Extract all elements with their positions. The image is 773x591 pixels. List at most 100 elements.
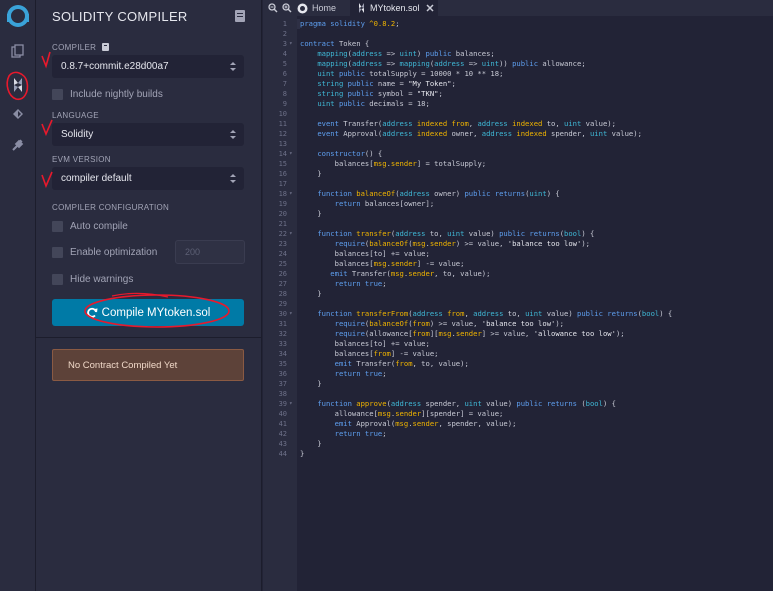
line-number: 22 [278, 230, 287, 238]
line-number: 4 [282, 50, 287, 58]
code-line: function approve(address spender, uint v… [317, 399, 616, 408]
code-line: event Approval(address indexed owner, ad… [317, 129, 642, 138]
code-line: function transferFrom(address from, addr… [317, 309, 673, 318]
checkbox-box[interactable] [52, 273, 63, 285]
fold-toggle-icon[interactable]: ▾ [289, 149, 293, 159]
code-line: require(allowance[from][msg.sender] >= v… [334, 329, 625, 338]
fold-toggle-icon[interactable]: ▾ [289, 229, 293, 239]
fold-toggle-icon[interactable]: ▾ [289, 39, 293, 49]
line-number: 42 [278, 430, 287, 438]
line-number: 36 [278, 370, 287, 378]
divider [36, 337, 262, 338]
code-line: return true; [334, 279, 387, 288]
compiler-version-select[interactable]: 0.8.7+commit.e28d00a7 [52, 55, 244, 78]
evm-version-select[interactable]: compiler default [52, 167, 244, 190]
checkbox-box[interactable] [52, 88, 63, 100]
code-line: } [300, 169, 322, 178]
solidity-file-icon [359, 3, 364, 13]
line-number: 27 [278, 280, 287, 288]
line-number: 12 [278, 130, 287, 138]
code-line: balances[from] -= value; [300, 349, 439, 358]
remix-logo-icon[interactable] [3, 2, 33, 30]
code-line: allowance[msg.sender][spender] = value; [300, 409, 504, 418]
optimization-runs-input[interactable]: 200 [175, 240, 245, 264]
code-line: string public symbol = "TKN"; [317, 89, 443, 98]
hide-warnings-checkbox[interactable]: Hide warnings [52, 272, 133, 286]
line-number: 39 [278, 400, 287, 408]
line-number: 10 [278, 110, 287, 118]
plugin-icon[interactable] [7, 134, 29, 156]
line-number: 7 [282, 80, 287, 88]
compile-button[interactable]: Compile MYtoken.sol [52, 299, 244, 326]
copy-icon[interactable] [101, 43, 109, 51]
line-number: 29 [278, 300, 287, 308]
refresh-icon [86, 307, 98, 318]
close-icon[interactable] [426, 4, 434, 12]
document-icon[interactable] [235, 10, 245, 22]
auto-compile-checkbox[interactable]: Auto compile [52, 219, 128, 233]
fold-toggle-icon[interactable]: ▾ [289, 189, 293, 199]
code-line: balances[msg.sender] = totalSupply; [300, 159, 487, 168]
code-line: string public name = "My Token"; [317, 79, 456, 88]
compiler-version-value: 0.8.7+commit.e28d00a7 [61, 61, 169, 72]
line-number: 11 [278, 120, 287, 128]
code-line: } [300, 289, 322, 298]
line-number: 30 [278, 310, 287, 318]
code-line: pragma solidity ^0.8.2; [300, 19, 400, 28]
panel-title: SOLIDITY COMPILER [52, 9, 188, 24]
checkbox-box[interactable] [52, 220, 63, 232]
code-line: return balances[owner]; [334, 199, 435, 208]
code-line: constructor() { [317, 149, 383, 158]
enable-optimization-checkbox[interactable]: Enable optimization [52, 245, 157, 259]
code-line: require(balanceOf(from) >= value, 'balan… [334, 319, 565, 328]
code-line: function balanceOf(address owner) public… [317, 189, 560, 198]
line-number: 24 [278, 250, 287, 258]
line-number: 32 [278, 330, 287, 338]
line-number: 20 [278, 210, 287, 218]
code-line: require(balanceOf(msg.sender) >= value, … [334, 239, 590, 248]
code-line: } [300, 439, 322, 448]
language-select[interactable]: Solidity [52, 123, 244, 146]
fold-toggle-icon[interactable]: ▾ [289, 399, 293, 409]
compiler-config-label: COMPILER CONFIGURATION [52, 203, 170, 212]
line-gutter: 1 2 3 4 5 6 7 8 9 10 11 12 13 14 15 16 17 18 19 20 21 22 23 24 2… [263, 16, 297, 591]
editor-tabbar: Home MYtoken.sol [263, 0, 773, 16]
line-number: 23 [278, 240, 287, 248]
tab-mytoken[interactable]: MYtoken.sol [358, 2, 434, 14]
code-line: mapping(address => uint) public balances… [317, 49, 495, 58]
line-number: 31 [278, 320, 287, 328]
evm-version-label: EVM VERSION [52, 155, 111, 164]
code-line: event Transfer(address indexed from, add… [317, 119, 616, 128]
compiler-panel: SOLIDITY COMPILER COMPILER 0.8.7+commit.… [36, 0, 262, 591]
tab-home[interactable]: Home [297, 2, 336, 14]
zoom-in-icon[interactable] [282, 3, 292, 13]
select-caret-icon [230, 62, 236, 71]
evm-version-value: compiler default [61, 173, 132, 184]
code-editor[interactable]: pragma solidity ^0.8.2; contract Token {… [300, 16, 773, 591]
compile-button-label: Compile MYtoken.sol [101, 306, 211, 319]
compile-status-box: No Contract Compiled Yet [52, 349, 244, 381]
checkbox-box[interactable] [52, 246, 63, 258]
code-line: balances[to] += value; [300, 249, 430, 258]
code-line: contract Token { [300, 39, 370, 48]
line-number: 8 [282, 90, 287, 98]
line-number: 34 [278, 350, 287, 358]
include-nightly-label: Include nightly builds [70, 88, 163, 100]
code-line: emit Approval(msg.sender, spender, value… [334, 419, 517, 428]
home-icon [297, 3, 308, 13]
include-nightly-checkbox[interactable]: Include nightly builds [52, 87, 163, 101]
zoom-out-icon[interactable] [268, 3, 278, 13]
line-number: 21 [278, 220, 287, 228]
code-line: mapping(address => mapping(address => ui… [317, 59, 586, 68]
deploy-run-icon[interactable] [7, 103, 29, 125]
line-number: 9 [282, 100, 287, 108]
line-number: 26 [278, 270, 287, 278]
code-line: emit Transfer(from, to, value); [334, 359, 469, 368]
line-number: 17 [278, 180, 287, 188]
fold-toggle-icon[interactable]: ▾ [289, 309, 293, 319]
line-number: 15 [278, 160, 287, 168]
line-number: 37 [278, 380, 287, 388]
solidity-compiler-icon[interactable] [7, 74, 29, 96]
code-line: balances[to] += value; [300, 339, 430, 348]
file-explorer-icon[interactable] [7, 40, 29, 62]
